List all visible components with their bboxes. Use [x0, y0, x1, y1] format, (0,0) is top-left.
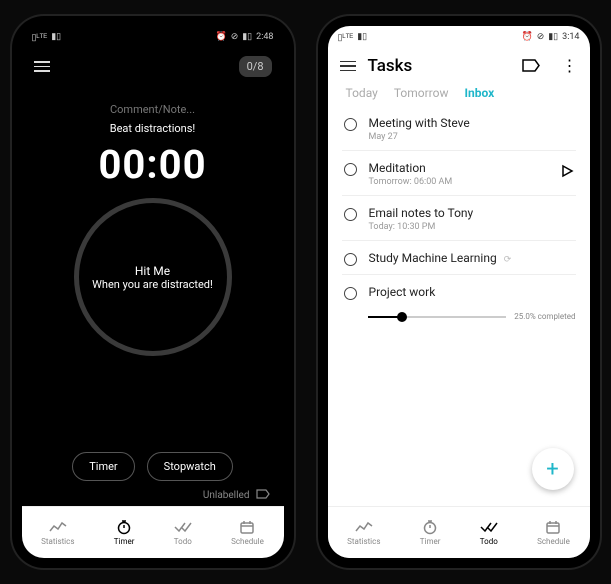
schedule-icon: [546, 519, 560, 535]
timer-icon: [116, 519, 132, 535]
menu-icon[interactable]: [340, 61, 356, 72]
nav-label: Timer: [420, 537, 441, 546]
nav-todo[interactable]: Todo: [480, 519, 498, 546]
task-item[interactable]: Project work: [342, 277, 576, 308]
more-icon[interactable]: ⋮: [562, 58, 578, 74]
task-title: Project work: [369, 285, 574, 299]
task-title: Meditation: [369, 161, 548, 175]
filter-tag-icon[interactable]: [522, 57, 540, 76]
nav-todo[interactable]: Todo: [174, 519, 192, 546]
statistics-icon: [49, 519, 67, 535]
task-list: Meeting with Steve May 27 Meditation Tom…: [328, 108, 590, 506]
alarm-icon: ⏰: [215, 32, 226, 42]
subtitle-text: Beat distractions!: [110, 122, 196, 135]
status-time: 2:48: [256, 32, 273, 42]
alarm-icon: ⏰: [521, 32, 532, 42]
timer-body: Comment/Note... Beat distractions! 00:00…: [22, 85, 284, 506]
comment-input[interactable]: Comment/Note...: [110, 103, 195, 116]
ring-text-1: Hit Me: [135, 264, 170, 278]
schedule-icon: [240, 519, 254, 535]
app-bar: 0/8: [22, 48, 284, 85]
nav-label: Todo: [174, 537, 192, 546]
nav-label: Statistics: [41, 537, 74, 546]
task-subtitle: Tomorrow: 06:00 AM: [369, 177, 548, 187]
tab-today[interactable]: Today: [346, 86, 378, 100]
status-left: ▯ᴸᵀᴱ ▮▯: [32, 32, 62, 43]
ring-text-2: When you are distracted!: [92, 278, 213, 291]
task-checkbox[interactable]: [344, 287, 357, 300]
task-checkbox[interactable]: [344, 163, 357, 176]
bottom-nav: Statistics Timer Todo Schedule: [22, 506, 284, 558]
status-left: ▯ᴸᵀᴱ ▮▯: [338, 32, 368, 43]
progress-row: 25.0% completed: [342, 308, 576, 329]
timer-display: 00:00: [98, 141, 206, 188]
status-right: ⏰ ⊘ ▮▯ 3:14: [521, 32, 579, 42]
tab-inbox[interactable]: Inbox: [464, 86, 494, 100]
nav-label: Schedule: [231, 537, 264, 546]
task-tabs: Today Tomorrow Inbox: [328, 84, 590, 108]
hit-me-button[interactable]: Hit Me When you are distracted!: [74, 198, 232, 356]
page-title: Tasks: [368, 56, 510, 76]
timer-mode-button[interactable]: Timer: [72, 452, 134, 481]
nav-label: Schedule: [537, 537, 570, 546]
bottom-nav: Statistics Timer Todo Schedule: [328, 506, 590, 558]
nav-schedule[interactable]: Schedule: [537, 519, 570, 546]
mode-toggle: Timer Stopwatch: [72, 452, 233, 481]
task-item[interactable]: Study Machine Learning ⟳: [342, 243, 576, 274]
dnd-icon: ⊘: [231, 32, 239, 42]
todo-icon: [480, 519, 498, 535]
repeat-icon: ⟳: [504, 255, 512, 265]
menu-icon[interactable]: [34, 61, 50, 72]
status-bar: ▯ᴸᵀᴱ ▮▯ ⏰ ⊘ ▮▯ 3:14: [328, 26, 590, 48]
label-selector[interactable]: Unlabelled: [203, 489, 270, 502]
nav-timer[interactable]: Timer: [114, 519, 135, 546]
timer-screen: ▯ᴸᵀᴱ ▮▯ ⏰ ⊘ ▮▯ 2:48 0/8 Comment/Note... …: [22, 26, 284, 558]
signal-icon: ▮▯: [357, 32, 367, 42]
statistics-icon: [355, 519, 373, 535]
session-counter[interactable]: 0/8: [239, 56, 272, 77]
status-bar: ▯ᴸᵀᴱ ▮▯ ⏰ ⊘ ▮▯ 2:48: [22, 26, 284, 48]
dnd-icon: ⊘: [537, 32, 545, 42]
task-item[interactable]: Email notes to Tony Today: 10:30 PM: [342, 198, 576, 240]
tag-icon: [256, 489, 270, 502]
battery-icon: ▮▯: [242, 32, 252, 42]
task-title: Study Machine Learning ⟳: [369, 251, 574, 265]
task-item[interactable]: Meditation Tomorrow: 06:00 AM: [342, 153, 576, 195]
task-checkbox[interactable]: [344, 208, 357, 221]
status-time: 3:14: [562, 32, 579, 42]
nav-statistics[interactable]: Statistics: [347, 519, 380, 546]
nav-label: Todo: [480, 537, 498, 546]
task-checkbox[interactable]: [344, 253, 357, 266]
task-item[interactable]: Meeting with Steve May 27: [342, 108, 576, 150]
tasks-screen: ▯ᴸᵀᴱ ▮▯ ⏰ ⊘ ▮▯ 3:14 Tasks ⋮ Today Tomorr…: [328, 26, 590, 558]
task-subtitle: May 27: [369, 132, 574, 142]
task-checkbox[interactable]: [344, 118, 357, 131]
play-icon[interactable]: [560, 163, 574, 182]
task-subtitle: Today: 10:30 PM: [369, 222, 574, 232]
timer-icon: [422, 519, 438, 535]
progress-label: 25.0% completed: [514, 312, 575, 321]
status-right: ⏰ ⊘ ▮▯ 2:48: [215, 32, 273, 42]
phone-right: ▯ᴸᵀᴱ ▮▯ ⏰ ⊘ ▮▯ 3:14 Tasks ⋮ Today Tomorr…: [318, 16, 600, 568]
nav-statistics[interactable]: Statistics: [41, 519, 74, 546]
nav-label: Statistics: [347, 537, 380, 546]
tab-tomorrow[interactable]: Tomorrow: [394, 86, 449, 100]
nav-schedule[interactable]: Schedule: [231, 519, 264, 546]
task-title: Meeting with Steve: [369, 116, 574, 130]
volte-icon: ▯ᴸᵀᴱ: [32, 32, 48, 43]
stopwatch-mode-button[interactable]: Stopwatch: [147, 452, 233, 481]
label-text: Unlabelled: [203, 490, 250, 501]
task-title: Email notes to Tony: [369, 206, 574, 220]
nav-timer[interactable]: Timer: [420, 519, 441, 546]
signal-icon: ▮▯: [51, 32, 61, 42]
nav-label: Timer: [114, 537, 135, 546]
phone-left: ▯ᴸᵀᴱ ▮▯ ⏰ ⊘ ▮▯ 2:48 0/8 Comment/Note... …: [12, 16, 294, 568]
battery-icon: ▮▯: [548, 32, 558, 42]
app-bar: Tasks ⋮: [328, 48, 590, 84]
volte-icon: ▯ᴸᵀᴱ: [338, 32, 354, 43]
todo-icon: [174, 519, 192, 535]
progress-slider[interactable]: [368, 316, 507, 318]
add-task-fab[interactable]: +: [532, 448, 574, 490]
